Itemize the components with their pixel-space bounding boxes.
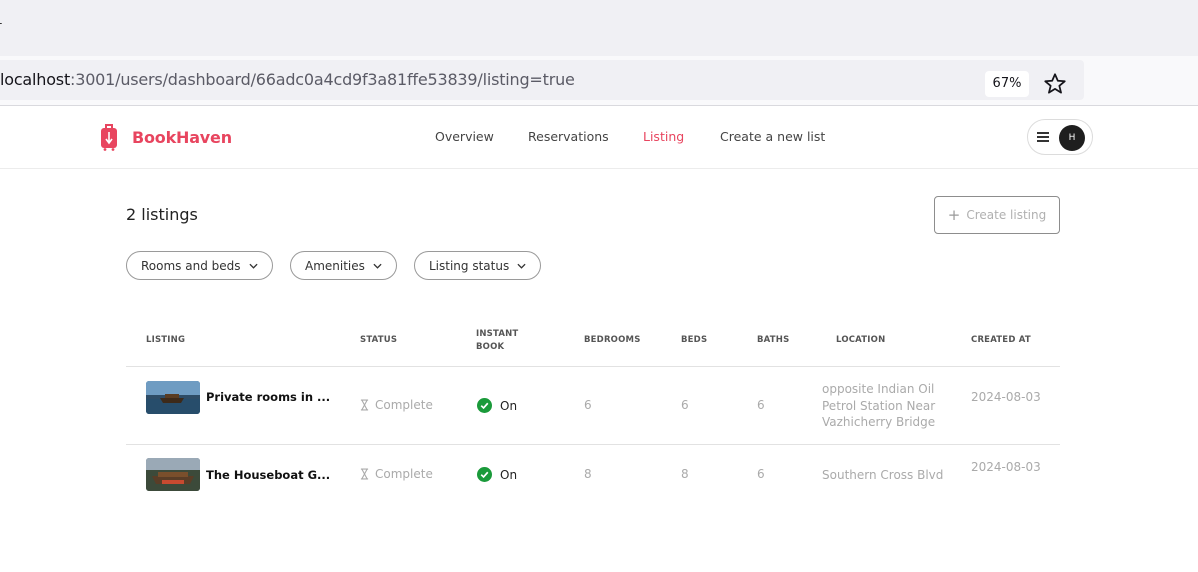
filter-listing-status[interactable]: Listing status xyxy=(414,251,542,280)
listing-name[interactable]: The Houseboat G... xyxy=(206,468,330,482)
nav-listing[interactable]: Listing xyxy=(643,129,684,144)
row-divider xyxy=(126,444,1060,445)
url-host: localhost xyxy=(0,70,71,89)
zoom-indicator[interactable]: 67% xyxy=(985,71,1029,97)
beds-value: 6 xyxy=(681,398,689,412)
listing-thumbnail[interactable] xyxy=(146,458,200,491)
url-path: :3001/users/dashboard/66adc0a4cd9f3a81ff… xyxy=(70,70,575,89)
col-beds[interactable]: BEDS xyxy=(681,334,707,347)
listing-name[interactable]: Private rooms in ... xyxy=(206,390,330,404)
status-cell: Complete xyxy=(360,467,433,481)
baths-value: 6 xyxy=(757,398,765,412)
chevron-down-icon xyxy=(248,263,258,269)
avatar: H xyxy=(1059,125,1085,151)
browser-toolbar: localhost:3001/users/dashboard/66adc0a4c… xyxy=(0,56,1198,106)
address-bar[interactable]: localhost:3001/users/dashboard/66adc0a4c… xyxy=(0,60,1084,100)
header-divider xyxy=(126,366,1060,367)
col-location[interactable]: LOCATION xyxy=(836,334,885,347)
user-menu-button[interactable]: H xyxy=(1027,119,1093,155)
location-value: Southern Cross Blvd xyxy=(822,468,944,482)
filter-label: Rooms and beds xyxy=(141,258,241,273)
col-created-at[interactable]: CREATED AT xyxy=(971,334,1031,347)
check-circle-icon xyxy=(477,467,492,482)
status-cell: Complete xyxy=(360,398,433,412)
hamburger-icon xyxy=(1037,132,1049,145)
location-value: opposite Indian Oil Petrol Station Near … xyxy=(822,382,936,429)
nav-reservations[interactable]: Reservations xyxy=(528,129,609,144)
bedrooms-value: 8 xyxy=(584,467,592,481)
instant-book-value: On xyxy=(500,467,518,482)
instant-book-value: On xyxy=(500,398,518,413)
star-icon[interactable] xyxy=(1042,71,1068,97)
hourglass-icon xyxy=(360,399,369,411)
listing-thumbnail[interactable] xyxy=(146,381,200,414)
create-listing-button[interactable]: + Create listing xyxy=(934,196,1060,234)
filter-label: Listing status xyxy=(429,258,510,273)
nav-overview[interactable]: Overview xyxy=(435,129,494,144)
chevron-down-icon xyxy=(517,263,526,269)
col-status[interactable]: STATUS xyxy=(360,334,397,347)
brand-logo[interactable]: BookHaven xyxy=(100,123,232,151)
created-at-value: 2024-08-03 xyxy=(971,390,1041,404)
col-instant-book-line2[interactable]: BOOK xyxy=(476,341,504,354)
nav-create-new-list[interactable]: Create a new list xyxy=(720,129,825,144)
browser-tab-strip: - xyxy=(0,0,1198,56)
hourglass-icon xyxy=(360,468,369,480)
created-at-value: 2024-08-03 xyxy=(971,460,1041,474)
instant-book-cell: On xyxy=(477,467,517,482)
bedrooms-value: 6 xyxy=(584,398,592,412)
tab-fragment: - xyxy=(0,16,2,30)
plus-icon: + xyxy=(947,205,961,224)
create-listing-label: Create listing xyxy=(966,208,1047,222)
suitcase-icon xyxy=(101,124,117,151)
beds-value: 8 xyxy=(681,467,689,481)
filter-label: Amenities xyxy=(305,258,365,273)
status-text: Complete xyxy=(375,398,433,412)
baths-value: 6 xyxy=(757,467,765,481)
listings-count: 2 listings xyxy=(126,205,198,224)
brand-name: BookHaven xyxy=(132,127,232,147)
col-baths[interactable]: BATHS xyxy=(757,334,789,347)
chevron-down-icon xyxy=(373,263,382,269)
filter-amenities[interactable]: Amenities xyxy=(290,251,397,280)
app-header: BookHaven Overview Reservations Listing … xyxy=(0,106,1198,169)
col-listing[interactable]: LISTING xyxy=(146,334,185,347)
check-circle-icon xyxy=(477,398,492,413)
url-text[interactable]: localhost:3001/users/dashboard/66adc0a4c… xyxy=(0,70,575,89)
col-instant-book-line1[interactable]: INSTANT xyxy=(476,328,518,341)
filter-rooms-and-beds[interactable]: Rooms and beds xyxy=(126,251,273,280)
instant-book-cell: On xyxy=(477,398,517,413)
status-text: Complete xyxy=(375,467,433,481)
col-bedrooms[interactable]: BEDROOMS xyxy=(584,334,641,347)
